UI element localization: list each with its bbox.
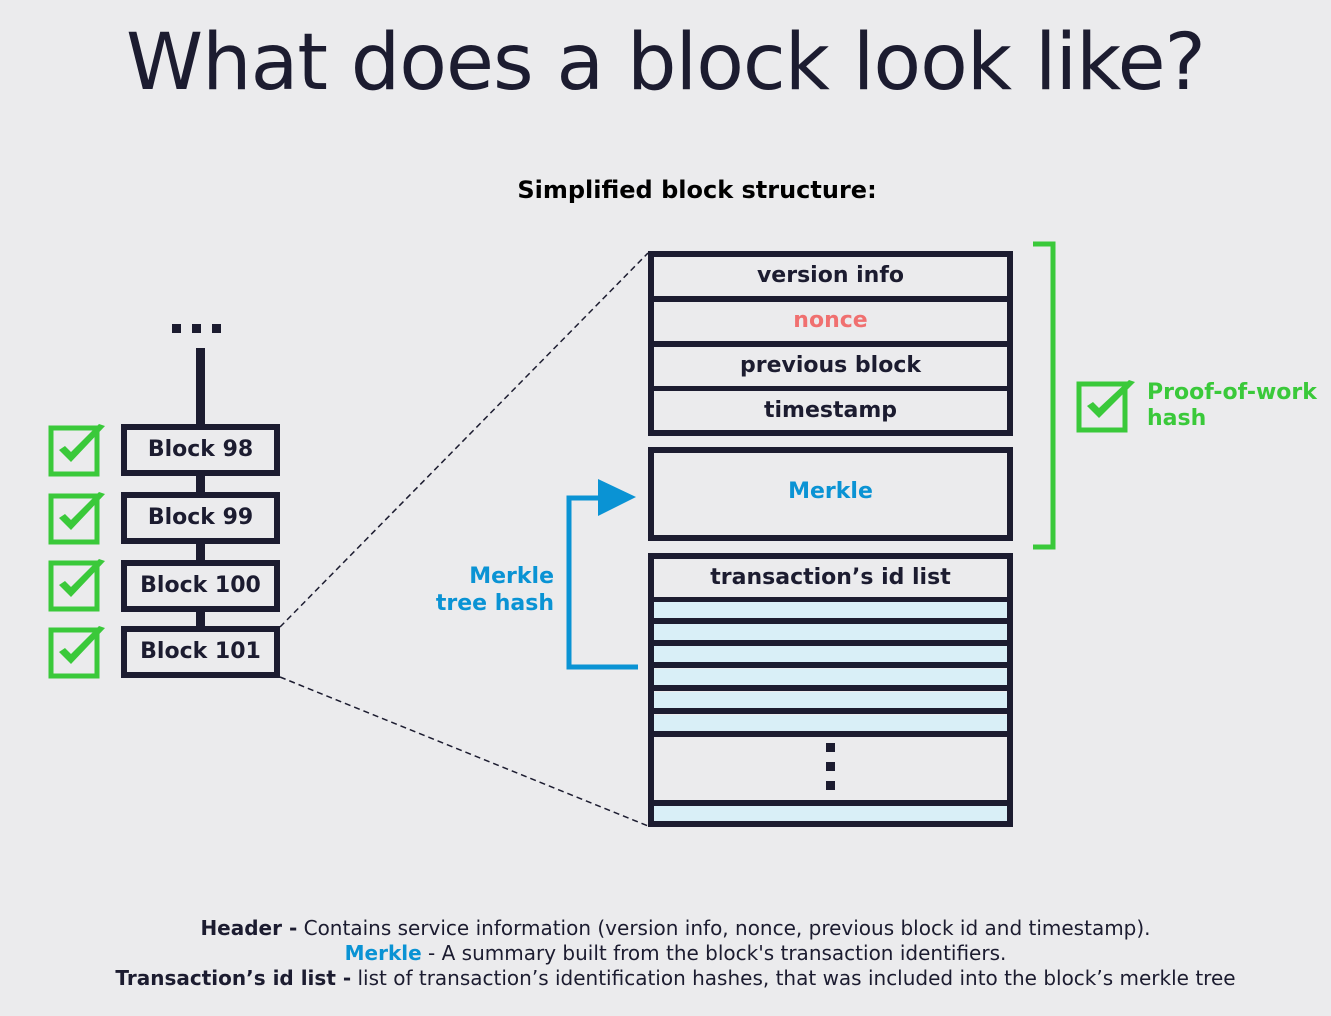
tx-divider (654, 800, 1007, 806)
legend-term: Merkle (344, 941, 422, 965)
merkle-tree-hash-label: Merkle tree hash (430, 563, 554, 617)
legend-tx-list: Transaction’s id list - list of transact… (0, 966, 1331, 991)
tx-row (654, 669, 1007, 685)
tx-divider (654, 731, 1007, 737)
header-field-nonce: nonce (793, 308, 868, 333)
legend-term: Header - (200, 916, 298, 940)
zoom-line-bottom (279, 676, 649, 827)
check-icon (48, 559, 105, 612)
merkle-arrow-icon (566, 479, 638, 670)
footer-legend: Header - Contains service information (v… (0, 916, 1331, 991)
legend-header: Header - Contains service information (v… (0, 916, 1331, 941)
legend-desc: - A summary built from the block's trans… (421, 941, 1007, 965)
proof-of-work-label: Proof-of-work hash (1147, 380, 1317, 432)
proof-of-work-bracket (1033, 241, 1056, 550)
header-field-timestamp: timestamp (763, 398, 898, 423)
tx-divider (654, 597, 1007, 602)
proof-of-work-check-icon (1076, 380, 1135, 433)
legend-desc: list of transaction’s identification has… (351, 966, 1236, 990)
legend-desc: Contains service information (version in… (297, 916, 1151, 940)
block-label: Block 101 (140, 639, 261, 664)
tx-row (654, 646, 1007, 662)
proof-of-work-line2: hash (1147, 406, 1207, 431)
merkle-tree-hash-line1: Merkle (469, 564, 554, 589)
header-field-version-info: version info (756, 263, 905, 288)
tx-divider (654, 708, 1007, 714)
tx-row (654, 806, 1007, 821)
chain-ellipsis-icon (172, 324, 221, 333)
tx-row (654, 624, 1007, 640)
check-icon (48, 492, 105, 545)
tx-divider (654, 640, 1007, 646)
tx-divider (654, 618, 1007, 624)
tx-row (654, 715, 1007, 731)
proof-of-work-line1: Proof-of-work (1147, 380, 1317, 405)
legend-term: Transaction’s id list - (115, 966, 352, 990)
check-icon (48, 424, 105, 477)
tx-row (654, 692, 1007, 708)
header-field-previous-block: previous block (739, 353, 921, 378)
block-label: Block 98 (147, 437, 254, 462)
merkle-label: Merkle (788, 479, 873, 504)
tx-row (654, 602, 1007, 618)
tx-list-label: transaction’s id list (710, 565, 951, 590)
tx-divider (654, 662, 1007, 668)
tx-ellipsis-icon (826, 743, 835, 790)
tx-divider (654, 685, 1007, 691)
block-label: Block 100 (140, 573, 261, 598)
block-label: Block 99 (147, 505, 254, 530)
legend-merkle: Merkle - A summary built from the block'… (0, 941, 1331, 966)
check-icon (48, 626, 105, 679)
merkle-tree-hash-line2: tree hash (435, 591, 554, 616)
